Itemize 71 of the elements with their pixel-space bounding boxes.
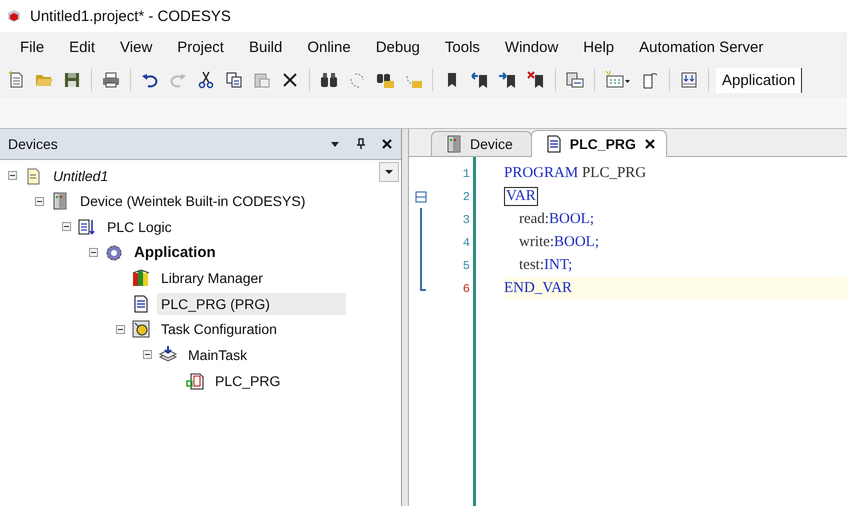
code-token: test: — [518, 257, 544, 274]
line-number: 4 — [462, 236, 471, 250]
menu-item[interactable]: Project — [163, 38, 235, 56]
fold-end-line — [420, 277, 426, 291]
close-icon[interactable] — [381, 138, 393, 150]
line-number: 5 — [462, 258, 471, 272]
tree-item[interactable]: Task Configuration — [157, 318, 281, 340]
collapse-toggle[interactable] — [35, 196, 47, 206]
menu-item[interactable]: Window — [490, 38, 570, 56]
previous-bookmark-icon[interactable] — [470, 70, 490, 90]
line-number: 3 — [462, 212, 471, 226]
next-bookmark-icon[interactable] — [498, 70, 518, 90]
tree-item[interactable]: Application — [130, 241, 220, 264]
pin-icon[interactable] — [355, 138, 367, 150]
tree-item[interactable]: PLC_PRG — [211, 370, 284, 392]
menu-item[interactable]: Help — [569, 38, 626, 56]
code-token: PROGRAM — [504, 165, 578, 182]
code-token: VAR — [504, 187, 538, 206]
menu-item[interactable]: File — [6, 38, 56, 56]
editor-tab[interactable]: PLC_PRG — [530, 130, 667, 157]
collapse-toggle[interactable] — [116, 324, 128, 334]
application-selector[interactable]: Application — [716, 68, 802, 92]
caret-icon — [384, 167, 394, 177]
document-arrow-icon — [77, 216, 97, 237]
tree-item[interactable]: PLC Logic — [103, 216, 176, 238]
code-token: BOOL; — [554, 234, 599, 251]
document-icon — [185, 370, 205, 391]
tree-item[interactable]: PLC_PRG (PRG) — [157, 292, 346, 315]
window-title: Untitled1.project* - CODESYS — [30, 8, 231, 24]
tree-item[interactable]: Untitled1 — [49, 164, 112, 187]
print-icon[interactable] — [101, 70, 121, 90]
binoculars-icon[interactable] — [319, 70, 339, 90]
save-icon[interactable] — [62, 70, 82, 90]
collapse-toggle[interactable] — [8, 171, 20, 180]
copy-icon[interactable] — [224, 70, 244, 90]
code-token: PLC_PRG — [580, 165, 646, 182]
download-grid-icon[interactable] — [679, 70, 699, 90]
tree-item[interactable]: MainTask — [184, 344, 252, 366]
menu-item[interactable]: Automation Server — [625, 38, 774, 56]
clipboard-icon[interactable] — [565, 70, 585, 90]
gear-icon — [104, 242, 124, 263]
menu-item[interactable]: Build — [234, 38, 294, 56]
cut-icon[interactable] — [196, 70, 216, 90]
menu-item[interactable]: Tools — [430, 38, 491, 56]
collapse-toggle[interactable] — [143, 350, 155, 360]
menu-item[interactable]: Debug — [362, 38, 431, 56]
code-token: INT; — [544, 257, 572, 274]
line-number: 2 — [462, 190, 471, 204]
tree-item[interactable]: Library Manager — [157, 267, 267, 290]
close-icon[interactable] — [644, 138, 656, 150]
menu-item[interactable]: Edit — [55, 38, 106, 56]
code-token: read: — [518, 211, 549, 228]
books-icon — [131, 268, 151, 288]
code-token: BOOL; — [548, 211, 594, 228]
line-number: 6 — [462, 282, 471, 296]
editor-tab[interactable]: Device — [431, 131, 532, 156]
fold-toggle-icon[interactable] — [415, 190, 427, 202]
gear-box-icon — [131, 319, 151, 340]
code-token: write: — [518, 234, 554, 251]
code-token: END_VAR — [504, 280, 572, 297]
collapse-toggle[interactable] — [62, 222, 74, 232]
tree-item[interactable]: Device (Weintek Built-in CODESYS) — [76, 190, 310, 212]
menu-item[interactable]: View — [106, 38, 164, 56]
grid-dropdown-icon[interactable] — [604, 70, 632, 90]
pane-title: Devices — [8, 136, 59, 152]
menu-item[interactable]: Online — [293, 38, 362, 56]
line-number: 1 — [462, 166, 471, 180]
clear-bookmarks-icon[interactable] — [526, 70, 546, 90]
collapse-toggle[interactable] — [89, 248, 101, 258]
tree-dropdown-button[interactable] — [379, 162, 399, 182]
app-logo-icon — [6, 8, 22, 24]
